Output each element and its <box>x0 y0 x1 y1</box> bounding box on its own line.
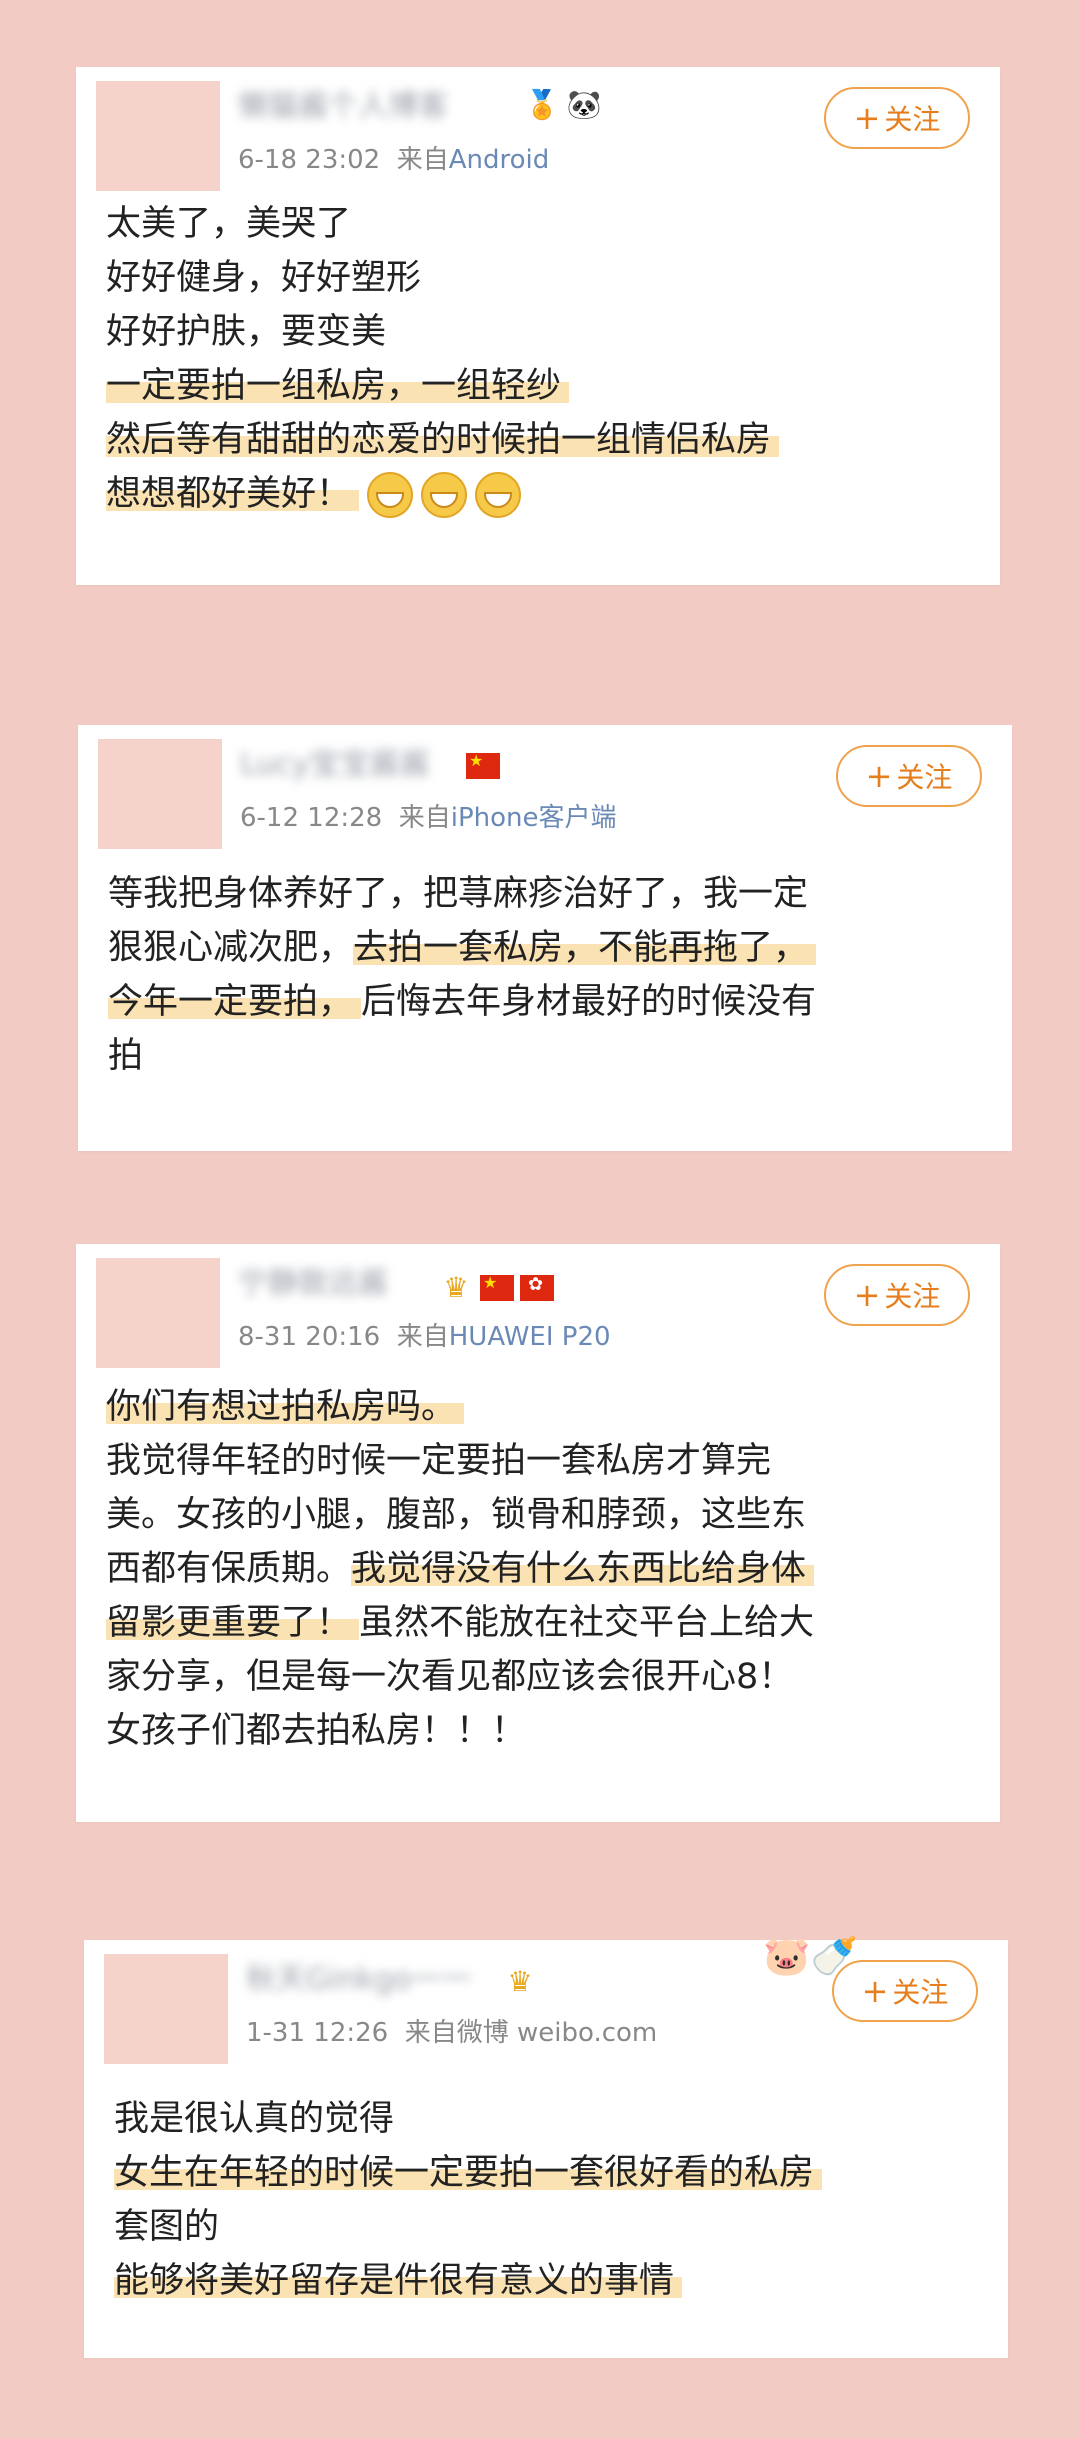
highlighted-text: 想想都好美好！ <box>106 474 360 514</box>
text-line: 等我把身体养好了，把荨麻疹治好了，我一定 <box>108 874 809 914</box>
plus-icon: + <box>865 757 893 795</box>
plus-icon: + <box>861 1972 889 2010</box>
follow-button[interactable]: + 关注 <box>824 1264 970 1326</box>
post-date: 6-18 23:02 <box>238 145 381 175</box>
text-line: 太美了，美哭了 <box>106 204 352 244</box>
panda-icon: 🐼 <box>566 88 602 121</box>
badge-group: ♛ <box>502 1964 538 2000</box>
post-text: 你们有想过拍私房吗。 我觉得年轻的时候一定要拍一套私房才算完 美。女孩的小腿，腹… <box>106 1380 970 1758</box>
post-text: 等我把身体养好了，把荨麻疹治好了，我一定 狠狠心减次肥，去拍一套私房，不能再拖了… <box>108 867 982 1083</box>
post-card: 秋天Ginkgo一一 ♛ 🐷🍼 1-31 12:26 来自微博 weibo.co… <box>84 1934 1008 2358</box>
source-prefix: 来自 <box>396 1322 449 1352</box>
post-date: 1-31 12:26 <box>246 2018 389 2048</box>
text-line: 拍 <box>108 1036 144 1076</box>
username[interactable]: 懒猫酱个人博客 <box>238 89 518 125</box>
highlighted-text: 我觉得没有什么东西比给身体 <box>351 1549 815 1589</box>
hongkong-flag-icon <box>520 1274 554 1301</box>
highlighted-text: 一定要拍一组私房，一组轻纱 <box>106 366 570 406</box>
badge-group: 🏅 🐼 <box>524 87 602 123</box>
highlighted-text: 留影更重要了！ <box>106 1603 360 1643</box>
post-source[interactable]: weibo.com <box>517 2018 657 2048</box>
text-line: 虽然不能放在社交平台上给大 <box>359 1603 815 1643</box>
text-line: 好好健身，好好塑形 <box>106 258 422 298</box>
plus-icon: + <box>853 99 881 137</box>
china-flag-icon <box>480 1273 514 1301</box>
post-date: 6-12 12:28 <box>240 803 383 833</box>
highlighted-text: 然后等有甜甜的恋爱的时候拍一组情侣私房 <box>106 420 780 460</box>
text-line: 狠狠心减次肥， <box>108 928 354 968</box>
follow-button[interactable]: + 关注 <box>836 745 982 807</box>
username[interactable]: 宁静致远酱 <box>238 1266 428 1302</box>
crown-icon: ♛ <box>443 1271 469 1304</box>
follow-label: 关注 <box>892 1976 949 2009</box>
text-line: 我觉得年轻的时候一定要拍一套私房才算完 <box>106 1441 772 1481</box>
text-line: 美。女孩的小腿，腹部，锁骨和脖颈，这些东 <box>106 1495 807 1535</box>
follow-label: 关注 <box>884 103 941 136</box>
source-prefix: 来自微博 <box>404 2018 509 2048</box>
highlighted-text: 今年一定要拍， <box>108 982 362 1022</box>
highlighted-text: 去拍一套私房，不能再拖了， <box>353 928 817 968</box>
grin-emoji-icon <box>475 472 522 518</box>
highlighted-text: 能够将美好留存是件很有意义的事情 <box>114 2261 683 2301</box>
avatar[interactable] <box>98 739 222 849</box>
text-line: 我是很认真的觉得 <box>114 2099 395 2139</box>
source-prefix: 来自 <box>398 803 451 833</box>
source-prefix: 来自 <box>396 145 449 175</box>
follow-button[interactable]: + 关注 <box>824 87 970 149</box>
badge-group <box>466 751 500 779</box>
username[interactable]: 秋天Ginkgo一一 <box>246 1962 496 1998</box>
grin-emoji-icon <box>367 472 414 518</box>
pig-icon: 🐷 <box>763 1934 811 1978</box>
post-source[interactable]: HUAWEI P20 <box>449 1322 611 1352</box>
crown-icon: ♛ <box>507 1965 533 1998</box>
text-line: 后悔去年身材最好的时候没有 <box>361 982 817 1022</box>
post-meta: 6-18 23:02 来自Android <box>238 139 549 176</box>
follow-label: 关注 <box>896 761 953 794</box>
post-source[interactable]: iPhone客户端 <box>451 803 617 833</box>
post-card: 宁静致远酱 ♛ 8-31 20:16 来自HUAWEI P20 +关注 你们有想… <box>76 1244 1000 1822</box>
text-line: 套图的 <box>114 2207 220 2247</box>
follow-button[interactable]: + 关注 <box>832 1960 978 2022</box>
post-date: 8-31 20:16 <box>238 1322 381 1352</box>
username[interactable]: Lucy宝宝酱酱 <box>240 747 460 783</box>
grin-emoji-icon <box>421 472 468 518</box>
post-text: 我是很认真的觉得 女生在年轻的时候一定要拍一套很好看的私房 套图的 能够将美好留… <box>114 2092 978 2308</box>
post-card: Lucy宝宝酱酱 6-12 12:28 来自iPhone客户端 +关注 等我把身… <box>78 725 1012 1151</box>
post-meta: 8-31 20:16 来自HUAWEI P20 <box>238 1316 611 1353</box>
post-meta: 6-12 12:28 来自iPhone客户端 <box>240 797 617 834</box>
text-line: 西都有保质期。 <box>106 1549 352 1589</box>
avatar[interactable] <box>96 1258 220 1368</box>
post-source[interactable]: Android <box>449 145 550 175</box>
text-line: 家分享，但是每一次看见都应该会很开心8！ <box>106 1657 794 1697</box>
plus-icon: + <box>853 1276 881 1314</box>
post-card: 懒猫酱个人博客 🏅 🐼 6-18 23:02 来自Android + 关注 太美了… <box>76 67 1000 585</box>
text-line: 好好护肤，要变美 <box>106 312 387 352</box>
highlighted-text: 你们有想过拍私房吗。 <box>106 1387 465 1427</box>
post-meta: 1-31 12:26 来自微博 weibo.com <box>246 2012 657 2049</box>
avatar[interactable] <box>104 1954 228 2064</box>
china-flag-icon <box>466 751 500 779</box>
text-line: 女孩子们都去拍私房！！！ <box>106 1711 527 1751</box>
medal-icon: 🏅 <box>524 88 560 121</box>
follow-label: 关注 <box>884 1280 941 1313</box>
badge-group: ♛ <box>438 1270 554 1306</box>
avatar[interactable] <box>96 81 220 191</box>
post-text: 太美了，美哭了 好好健身，好好塑形 好好护肤，要变美 一定要拍一组私房，一组轻纱… <box>106 197 970 521</box>
highlighted-text: 女生在年轻的时候一定要拍一套很好看的私房 <box>114 2153 823 2193</box>
